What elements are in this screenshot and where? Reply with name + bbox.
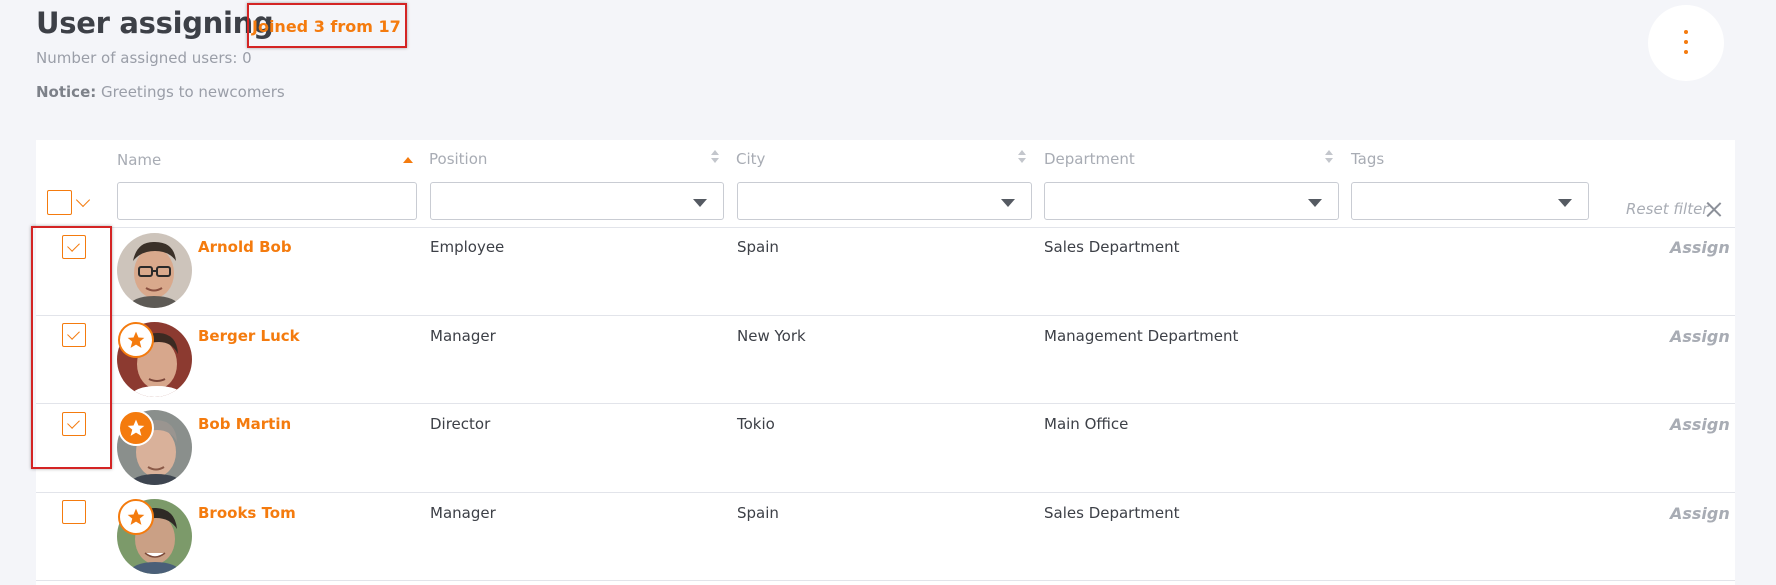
notice-text: Greetings to newcomers <box>101 83 285 101</box>
department-filter-select[interactable] <box>1044 182 1339 220</box>
row-divider <box>36 315 1735 316</box>
tags-filter-select[interactable] <box>1351 182 1589 220</box>
assign-button[interactable]: Assign <box>1670 238 1730 257</box>
user-name-link[interactable]: Arnold Bob <box>198 238 292 256</box>
column-header-department[interactable]: Department <box>1044 150 1135 168</box>
assign-button[interactable]: Assign <box>1670 504 1730 523</box>
column-header-name[interactable]: Name <box>117 151 161 169</box>
column-header-position[interactable]: Position <box>429 150 487 168</box>
position-cell: Manager <box>430 327 496 345</box>
department-cell: Sales Department <box>1044 504 1180 522</box>
city-cell: Spain <box>737 504 779 522</box>
row-divider <box>36 403 1735 404</box>
checked-rows-highlight-box <box>31 226 112 469</box>
city-cell: Tokio <box>737 415 775 433</box>
star-badge <box>118 322 154 358</box>
position-cell: Manager <box>430 504 496 522</box>
position-filter-select[interactable] <box>430 182 724 220</box>
row-checkbox[interactable] <box>62 500 86 524</box>
sort-asc-icon[interactable] <box>403 157 413 163</box>
avatar <box>117 233 192 308</box>
department-cell: Main Office <box>1044 415 1129 433</box>
star-badge <box>118 499 154 535</box>
assign-button[interactable]: Assign <box>1670 327 1730 346</box>
row-divider <box>36 227 1735 228</box>
star-icon <box>127 419 145 436</box>
row-divider <box>36 580 1735 581</box>
column-header-tags[interactable]: Tags <box>1351 150 1384 168</box>
sort-icon[interactable] <box>710 150 720 164</box>
position-cell: Director <box>430 415 491 433</box>
sort-icon[interactable] <box>1324 150 1334 164</box>
department-cell: Sales Department <box>1044 238 1180 256</box>
assigned-count: Number of assigned users: 0 <box>36 49 252 67</box>
star-icon <box>127 331 145 348</box>
star-icon <box>127 508 145 525</box>
row-divider <box>36 492 1735 493</box>
select-all-checkbox[interactable] <box>47 190 72 215</box>
assign-button[interactable]: Assign <box>1670 415 1730 434</box>
user-name-link[interactable]: Bob Martin <box>198 415 291 433</box>
notice: Notice: Greetings to newcomers <box>36 83 285 101</box>
user-name-link[interactable]: Brooks Tom <box>198 504 296 522</box>
notice-label: Notice: <box>36 83 97 101</box>
joined-count: Joined 3 from 17 <box>252 17 401 36</box>
city-filter-select[interactable] <box>737 182 1032 220</box>
city-cell: Spain <box>737 238 779 256</box>
department-cell: Management Department <box>1044 327 1239 345</box>
city-cell: New York <box>737 327 806 345</box>
page-title: User assigning <box>36 6 274 40</box>
name-filter-input[interactable] <box>117 182 417 220</box>
reset-filter-link[interactable]: Reset filter <box>1626 200 1708 218</box>
more-options-button[interactable] <box>1648 5 1724 81</box>
position-cell: Employee <box>430 238 505 256</box>
sort-icon[interactable] <box>1017 150 1027 164</box>
star-badge <box>118 410 154 446</box>
column-header-city[interactable]: City <box>736 150 765 168</box>
close-icon[interactable] <box>1706 201 1722 217</box>
user-name-link[interactable]: Berger Luck <box>198 327 300 345</box>
